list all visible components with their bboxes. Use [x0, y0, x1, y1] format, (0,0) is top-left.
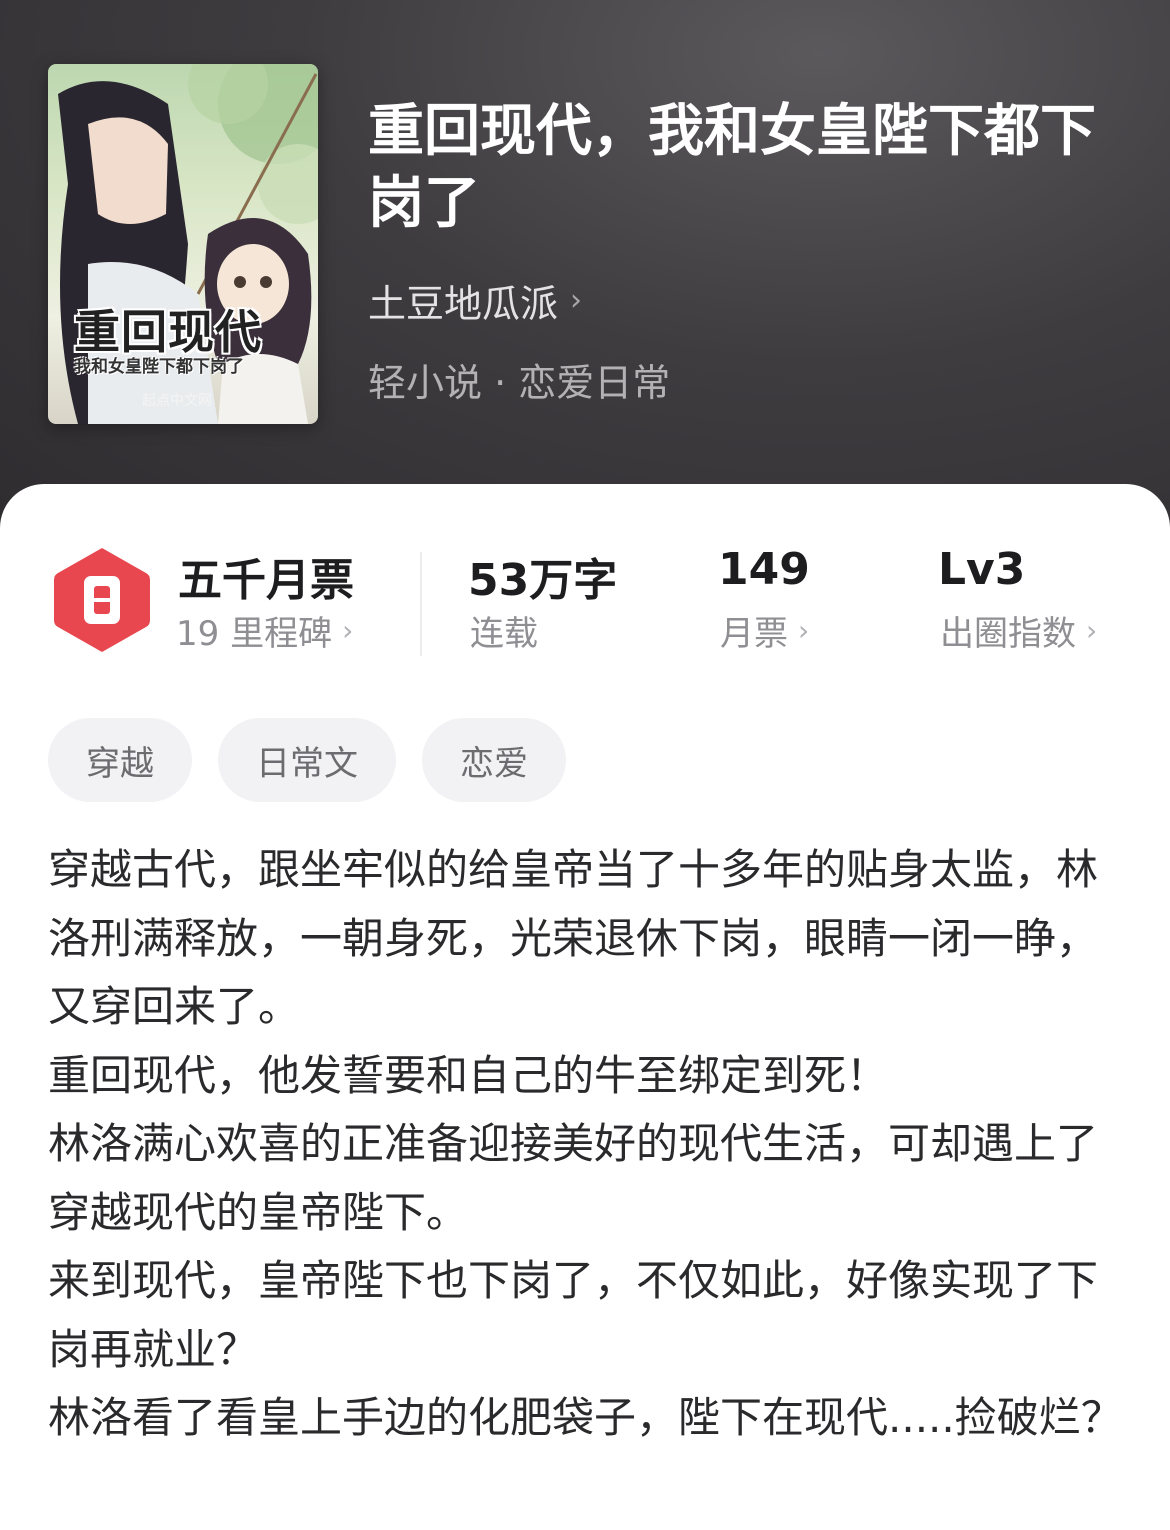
tag-chip[interactable]: 恋爱: [422, 718, 566, 802]
milestone-count: 19 里程碑: [176, 614, 333, 654]
book-description: 穿越古代，跟坐牢似的给皇帝当了十多年的贴身太监，林洛刑满释放，一朝身死，光荣退休…: [48, 836, 1138, 1453]
description-paragraph: 穿越古代，跟坐牢似的给皇帝当了十多年的贴身太监，林洛刑满释放，一朝身死，光荣退休…: [48, 845, 1099, 1031]
popularity-index-label: 出圈指数: [940, 614, 1076, 654]
monthly-ticket-label: 月票: [720, 614, 788, 654]
book-genre: 轻小说 · 恋爱日常: [368, 361, 671, 405]
tag-chip[interactable]: 日常文: [218, 718, 396, 802]
popularity-index-link[interactable]: 出圈指数 ›: [940, 606, 1097, 655]
monthly-ticket-count: 149: [718, 544, 810, 595]
book-title: 重回现代，我和女皇陛下都下岗了: [368, 99, 1096, 236]
milestone-link[interactable]: 19 里程碑 ›: [176, 606, 353, 655]
chevron-right-icon: ›: [570, 282, 583, 318]
description-paragraph: 重回现代，他发誓要和自己的牛至绑定到死！: [48, 1050, 889, 1100]
stats-row: 五千月票 19 里程碑 › 53万字 连载 149 月票 › Lv3 出圈指数 …: [0, 544, 1170, 664]
milestone-title: 五千月票: [178, 555, 354, 606]
author-name: 土豆地瓜派: [368, 281, 559, 326]
book-header: 土豆地瓜派 重回现代 我和女皇陛下都下岗了 起点中文网 重回现代，我和女皇陛下都…: [0, 0, 1170, 540]
description-paragraph: 林洛满心欢喜的正准备迎接美好的现代生活，可却遇上了穿越现代的皇帝陛下。: [48, 1119, 1099, 1237]
ticket-badge-icon: [54, 548, 150, 652]
word-count: 53万字: [468, 555, 618, 606]
monthly-ticket-link[interactable]: 月票 ›: [720, 606, 809, 655]
cover-publisher: 起点中文网: [142, 393, 212, 409]
chevron-right-icon: ›: [1086, 614, 1098, 647]
chevron-right-icon: ›: [342, 614, 354, 647]
book-info-card: 五千月票 19 里程碑 › 53万字 连载 149 月票 › Lv3 出圈指数 …: [0, 484, 1170, 1530]
book-detail-page: 土豆地瓜派 重回现代 我和女皇陛下都下岗了 起点中文网 重回现代，我和女皇陛下都…: [0, 0, 1170, 1530]
tag-chip[interactable]: 穿越: [48, 718, 192, 802]
popularity-level: Lv3: [938, 544, 1026, 595]
description-paragraph: 来到现代，皇帝陛下也下岗了，不仅如此，好像实现了下岗再就业？: [48, 1256, 1099, 1374]
chevron-right-icon: ›: [798, 614, 810, 647]
book-cover[interactable]: 土豆地瓜派 重回现代 我和女皇陛下都下岗了 起点中文网: [48, 64, 318, 424]
serial-status: 连载: [470, 606, 538, 655]
description-paragraph: 林洛看了看皇上手边的化肥袋子，陛下在现代.....捡破烂？: [48, 1393, 1123, 1442]
tag-list: 穿越 日常文 恋爱: [48, 718, 566, 802]
cover-subtitle: 我和女皇陛下都下岗了: [74, 357, 244, 377]
stats-divider: [420, 552, 422, 656]
author-link[interactable]: 土豆地瓜派 ›: [368, 276, 583, 326]
serial-status-label: 连载: [470, 614, 538, 654]
